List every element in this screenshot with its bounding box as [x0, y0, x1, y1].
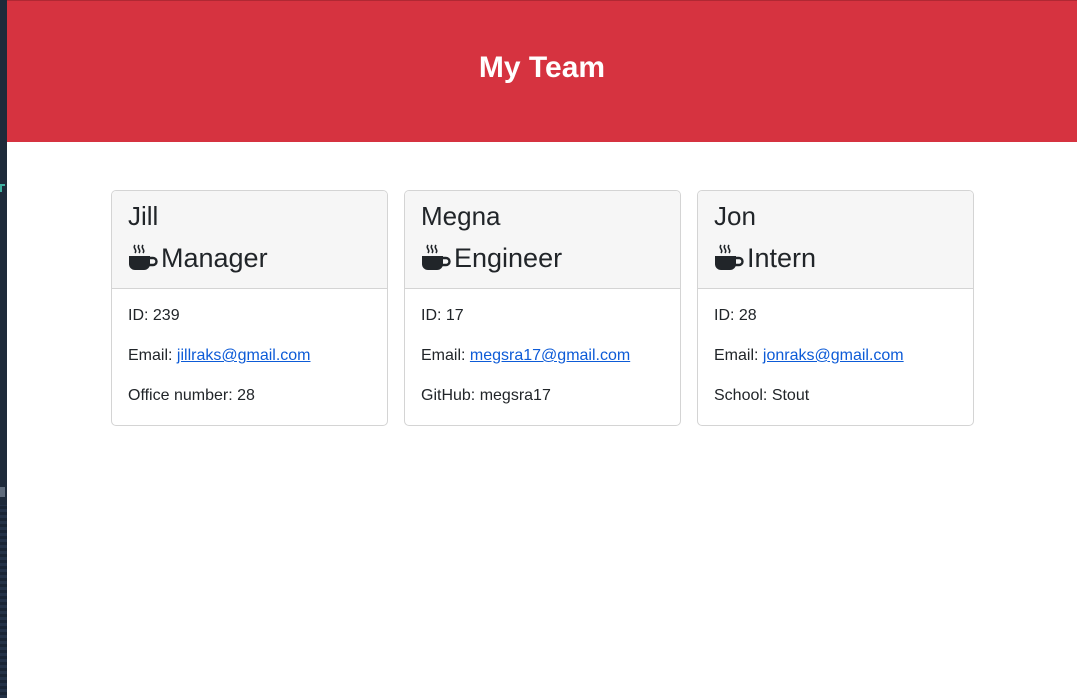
email-link[interactable]: megsra17@gmail.com: [470, 347, 630, 364]
coffee-icon: [129, 244, 158, 270]
background-window-strip: [0, 0, 7, 698]
card-body: ID: 239 Email: jillraks@gmail.com Office…: [112, 289, 387, 405]
card-body: ID: 28 Email: jonraks@gmail.com School: …: [698, 289, 973, 405]
team-page: My Team Jill Manager ID: 239 Email: jill…: [7, 0, 1077, 698]
email-label: Email:: [421, 347, 470, 364]
email-link[interactable]: jonraks@gmail.com: [763, 347, 904, 364]
coffee-icon: [715, 244, 744, 270]
role-label: Engineer: [454, 243, 563, 273]
card-header: Megna Engineer: [405, 191, 680, 289]
email-label: Email:: [128, 347, 177, 364]
employee-card-intern: Jon Intern ID: 28 Email: jonraks@gmail.c…: [697, 190, 974, 426]
editor-bracket-mark: [0, 184, 5, 192]
card-header: Jon Intern: [698, 191, 973, 289]
employee-name: Jon: [714, 201, 756, 231]
employee-name: Megna: [421, 201, 501, 231]
employee-github: GitHub: megsra17: [421, 387, 551, 404]
card-header: Jill Manager: [112, 191, 387, 289]
employee-office-number: Office number: 28: [128, 387, 255, 404]
employee-email-line: Email: jonraks@gmail.com: [714, 347, 957, 365]
employee-id: ID: 28: [714, 307, 757, 324]
page-header: My Team: [7, 0, 1077, 142]
editor-lines-mark: [0, 505, 7, 698]
employee-card-engineer: Megna Engineer ID: 17 Email: megsra17@gm…: [404, 190, 681, 426]
employee-name: Jill: [128, 201, 159, 231]
role-label: Manager: [161, 243, 268, 273]
employee-id: ID: 17: [421, 307, 464, 324]
page-title: My Team: [478, 51, 606, 84]
employee-role: Engineer: [421, 243, 664, 273]
card-body: ID: 17 Email: megsra17@gmail.com GitHub:…: [405, 289, 680, 405]
employee-school: School: Stout: [714, 387, 810, 404]
coffee-icon: [422, 244, 451, 270]
editor-text-mark: [0, 487, 5, 497]
email-link[interactable]: jillraks@gmail.com: [177, 347, 311, 364]
employee-card-manager: Jill Manager ID: 239 Email: jillraks@gma…: [111, 190, 388, 426]
employee-email-line: Email: jillraks@gmail.com: [128, 347, 371, 365]
employee-role: Manager: [128, 243, 371, 273]
role-label: Intern: [747, 243, 817, 273]
employee-id: ID: 239: [128, 307, 180, 324]
employee-email-line: Email: megsra17@gmail.com: [421, 347, 664, 365]
email-label: Email:: [714, 347, 763, 364]
employee-role: Intern: [714, 243, 957, 273]
